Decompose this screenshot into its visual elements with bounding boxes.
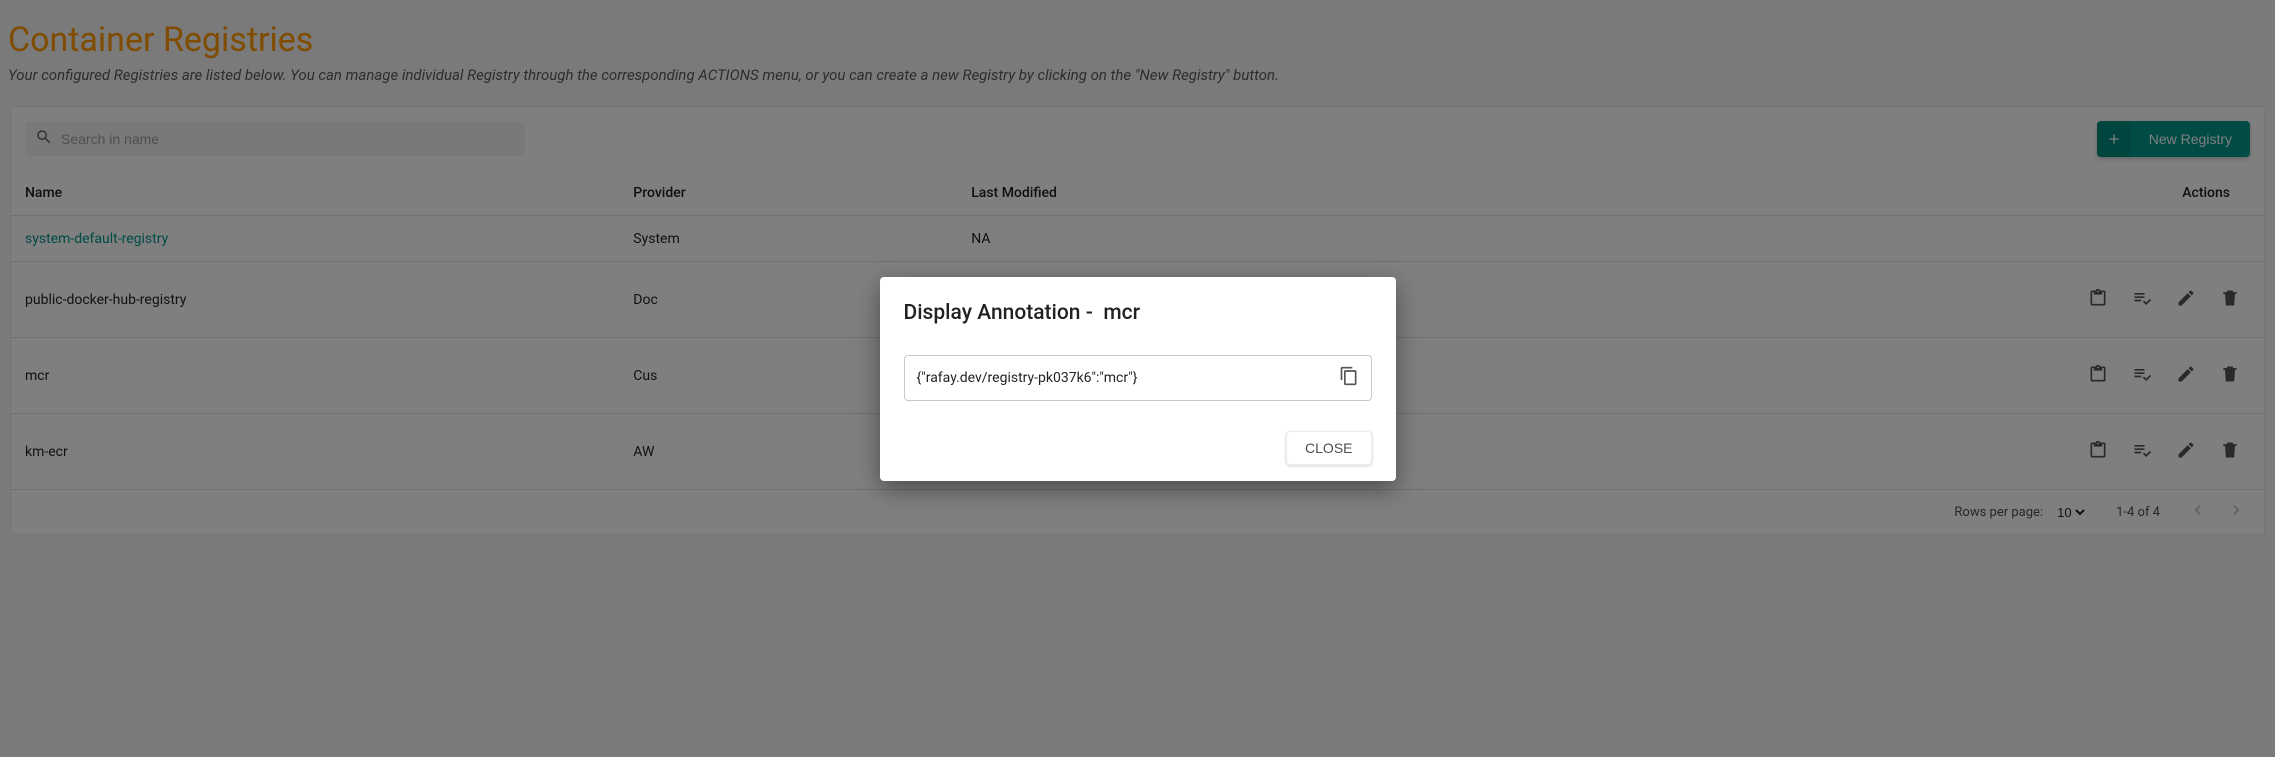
dialog-title-name: mcr xyxy=(1103,301,1140,325)
annotation-value: {"rafay.dev/registry-pk037k6":"mcr"} xyxy=(917,370,1138,386)
close-button[interactable]: CLOSE xyxy=(1286,431,1371,465)
dialog-title-prefix: Display Annotation - xyxy=(904,301,1093,325)
dialog-title: Display Annotation - mcr xyxy=(904,301,1372,325)
copy-button[interactable] xyxy=(1339,366,1359,390)
copy-icon xyxy=(1339,366,1359,386)
display-annotation-dialog: Display Annotation - mcr {"rafay.dev/reg… xyxy=(880,277,1396,481)
annotation-field: {"rafay.dev/registry-pk037k6":"mcr"} xyxy=(904,355,1372,401)
